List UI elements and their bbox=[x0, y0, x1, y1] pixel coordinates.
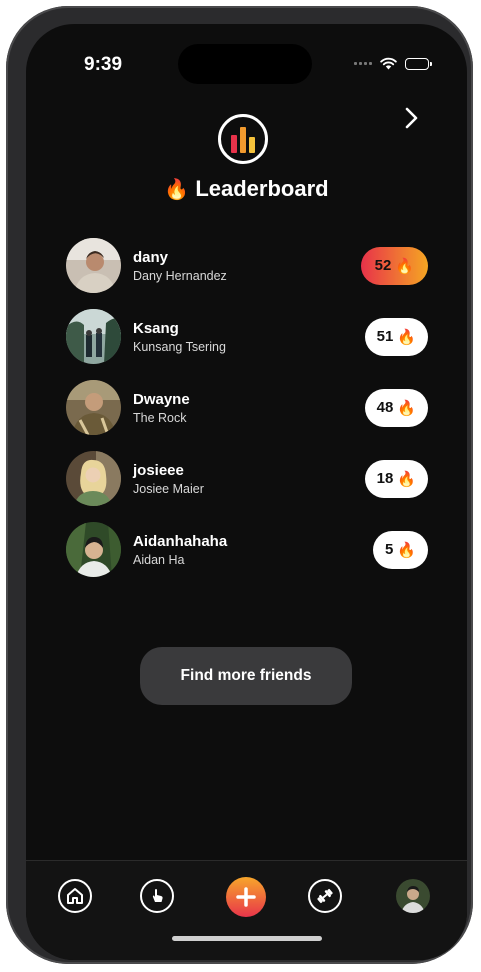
full-name: Josiee Maier bbox=[133, 481, 204, 496]
username: dany bbox=[133, 248, 169, 266]
status-time: 9:39 bbox=[84, 54, 123, 75]
page-title: 🔥 Leaderboard bbox=[26, 176, 467, 202]
score-badge: 48 🔥 bbox=[364, 388, 428, 427]
username: Aidanhahaha bbox=[133, 532, 228, 550]
score-badge: 51 🔥 bbox=[364, 317, 428, 356]
full-name: Aidan Ha bbox=[133, 552, 185, 567]
score-value: 52 bbox=[374, 257, 392, 274]
flame-icon: 🔥 bbox=[397, 328, 416, 346]
leaderboard-row[interactable]: Ksang Kunsang Tsering 51 🔥 bbox=[66, 308, 428, 365]
username: Dwayne bbox=[133, 390, 190, 408]
full-name: Kunsang Tsering bbox=[133, 339, 226, 354]
username: josieee bbox=[133, 461, 184, 479]
leaderboard-row[interactable]: Dwayne The Rock 48 🔥 bbox=[66, 379, 428, 436]
username: Ksang bbox=[133, 319, 179, 337]
leaderboard-row[interactable]: Aidanhahaha Aidan Ha 5 🔥 bbox=[66, 521, 428, 578]
app-screen: 9:39 🔥 Leaderboard dany Dany Hernandez 5… bbox=[26, 24, 467, 960]
battery-icon bbox=[405, 57, 432, 70]
score-value: 51 bbox=[376, 328, 394, 345]
status-bar: 9:39 bbox=[26, 24, 467, 84]
cellular-signal-icon bbox=[354, 62, 372, 65]
avatar[interactable] bbox=[66, 309, 121, 364]
dumbbell-icon[interactable] bbox=[308, 879, 342, 913]
flame-icon: 🔥 bbox=[397, 399, 416, 417]
score-value: 5 bbox=[384, 541, 394, 558]
chevron-right-icon[interactable] bbox=[399, 106, 423, 130]
tap-hand-icon[interactable] bbox=[140, 879, 174, 913]
flame-icon: 🔥 bbox=[395, 257, 414, 275]
status-icons bbox=[354, 57, 432, 70]
avatar[interactable] bbox=[66, 451, 121, 506]
add-icon[interactable] bbox=[226, 877, 266, 917]
score-value: 18 bbox=[376, 470, 394, 487]
avatar[interactable] bbox=[66, 522, 121, 577]
score-badge: 18 🔥 bbox=[364, 459, 428, 498]
phone-frame: 9:39 🔥 Leaderboard dany Dany Hernandez 5… bbox=[6, 6, 473, 964]
wifi-icon bbox=[380, 57, 397, 70]
leaderboard-list: dany Dany Hernandez 52 🔥 Ksang Kunsang T… bbox=[66, 237, 428, 592]
flame-icon: 🔥 bbox=[397, 541, 416, 559]
flame-icon: 🔥 bbox=[164, 178, 190, 201]
home-indicator bbox=[172, 936, 322, 941]
score-badge: 52 🔥 bbox=[360, 246, 428, 285]
flame-icon: 🔥 bbox=[397, 470, 416, 488]
full-name: The Rock bbox=[133, 410, 187, 425]
score-value: 48 bbox=[376, 399, 394, 416]
full-name: Dany Hernandez bbox=[133, 268, 227, 283]
dynamic-island bbox=[178, 44, 312, 84]
home-icon[interactable] bbox=[58, 879, 92, 913]
page-title-text: Leaderboard bbox=[195, 176, 329, 201]
leaderboard-logo-icon bbox=[218, 114, 268, 164]
leaderboard-row[interactable]: josieee Josiee Maier 18 🔥 bbox=[66, 450, 428, 507]
find-more-friends-button[interactable]: Find more friends bbox=[140, 647, 352, 705]
score-badge: 5 🔥 bbox=[372, 530, 428, 569]
profile-avatar[interactable] bbox=[396, 879, 430, 913]
avatar[interactable] bbox=[66, 380, 121, 435]
avatar[interactable] bbox=[66, 238, 121, 293]
leaderboard-row[interactable]: dany Dany Hernandez 52 🔥 bbox=[66, 237, 428, 294]
tab-bar bbox=[26, 860, 467, 960]
